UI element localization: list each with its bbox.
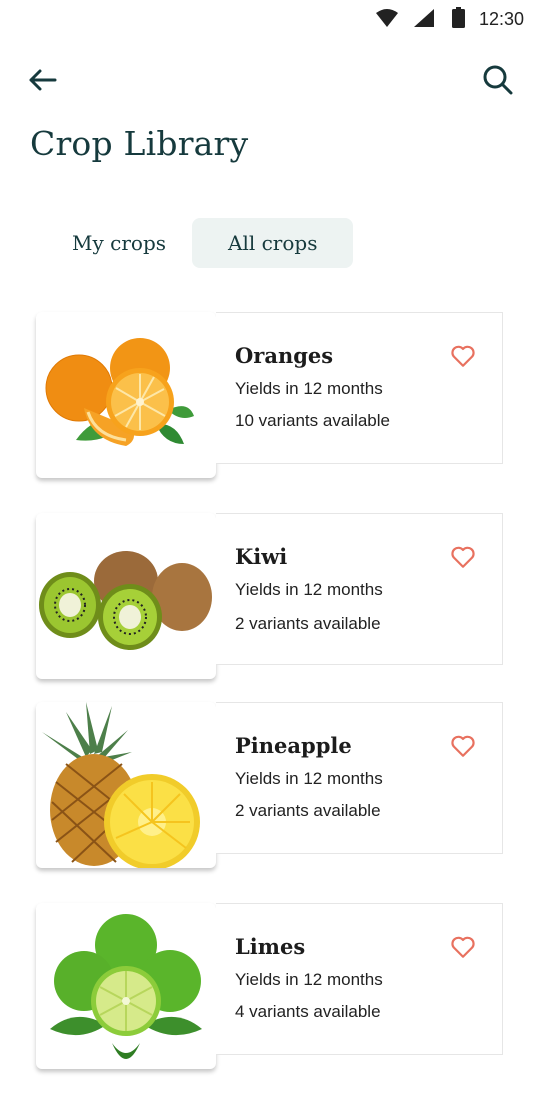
crop-card-pineapple[interactable]: Pineapple Yields in 12 months 2 variants… bbox=[36, 702, 504, 870]
heart-outline-icon[interactable] bbox=[450, 934, 476, 960]
back-button[interactable] bbox=[20, 58, 64, 102]
crop-info: Limes Yields in 12 months 4 variants ava… bbox=[216, 903, 503, 1055]
heart-outline-icon[interactable] bbox=[450, 544, 476, 570]
crop-name: Oranges bbox=[235, 343, 334, 368]
crop-variants: 4 variants available bbox=[235, 1002, 381, 1021]
crop-name: Limes bbox=[235, 934, 306, 959]
limes-image bbox=[36, 903, 216, 1069]
crop-variants: 2 variants available bbox=[235, 801, 381, 820]
crop-card-limes[interactable]: Limes Yields in 12 months 4 variants ava… bbox=[36, 903, 504, 1071]
crop-info: Kiwi Yields in 12 months 2 variants avai… bbox=[216, 513, 503, 665]
crop-yield: Yields in 12 months bbox=[235, 379, 383, 398]
kiwi-image bbox=[36, 513, 216, 679]
crop-card-oranges[interactable]: Oranges Yields in 12 months 10 variants … bbox=[36, 312, 504, 480]
crop-variants: 10 variants available bbox=[235, 411, 390, 430]
crop-name: Pineapple bbox=[235, 733, 352, 758]
crop-variants: 2 variants available bbox=[235, 614, 381, 633]
crop-card-kiwi[interactable]: Kiwi Yields in 12 months 2 variants avai… bbox=[36, 513, 504, 681]
oranges-image bbox=[36, 312, 216, 478]
cell-signal-icon bbox=[414, 9, 434, 27]
tab-all-crops[interactable]: All crops bbox=[192, 218, 354, 268]
search-icon bbox=[483, 65, 513, 95]
wifi-icon bbox=[376, 9, 398, 27]
crop-name: Kiwi bbox=[235, 544, 288, 569]
battery-icon bbox=[452, 7, 465, 28]
crop-tabs: My crops All crops bbox=[52, 218, 354, 268]
top-app-bar bbox=[0, 58, 540, 102]
heart-outline-icon[interactable] bbox=[450, 733, 476, 759]
crop-info: Pineapple Yields in 12 months 2 variants… bbox=[216, 702, 503, 854]
page-title: Crop Library bbox=[30, 124, 249, 163]
search-button[interactable] bbox=[476, 58, 520, 102]
crop-yield: Yields in 12 months bbox=[235, 580, 383, 599]
arrow-left-icon bbox=[29, 69, 57, 91]
crop-yield: Yields in 12 months bbox=[235, 769, 383, 788]
pineapple-image bbox=[36, 702, 216, 868]
tab-my-crops[interactable]: My crops bbox=[52, 218, 186, 268]
status-time: 12:30 bbox=[479, 9, 525, 29]
heart-outline-icon[interactable] bbox=[450, 343, 476, 369]
status-bar: 12:30 bbox=[0, 0, 540, 38]
crop-yield: Yields in 12 months bbox=[235, 970, 383, 989]
crop-info: Oranges Yields in 12 months 10 variants … bbox=[216, 312, 503, 464]
